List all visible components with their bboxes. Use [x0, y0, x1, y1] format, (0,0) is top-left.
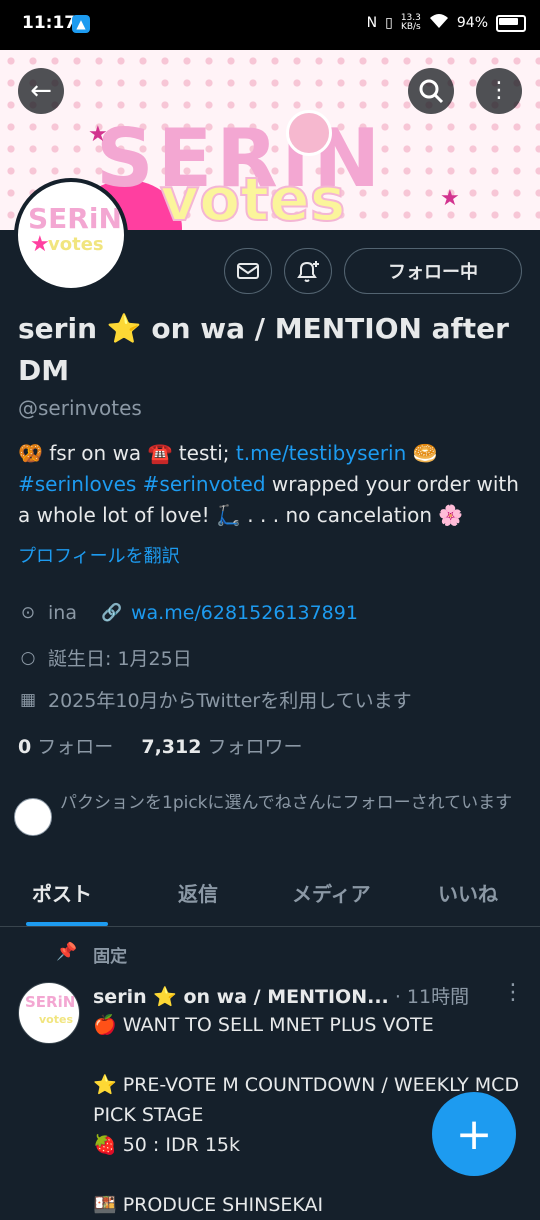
pin-icon: 📌: [56, 942, 78, 962]
followers-link[interactable]: 7,312 フォロワー: [141, 736, 302, 758]
tab-replies[interactable]: 返信: [178, 878, 218, 907]
following-count: 0: [18, 736, 32, 758]
search-button[interactable]: [408, 68, 454, 114]
status-bar: 11:17 ▲ N ▯ 13.3 KB/s 94%: [0, 0, 540, 50]
compose-button[interactable]: +: [432, 1092, 516, 1176]
wifi-icon: [429, 13, 449, 33]
post-line: [93, 1040, 533, 1070]
tab-likes[interactable]: いいね: [438, 878, 498, 907]
banner-mascot-graphic: [286, 110, 332, 156]
joined-row: ▦ 2025年10月からTwitterを利用しています: [18, 686, 412, 713]
bell-plus-icon: [297, 261, 319, 282]
status-time: 11:17: [22, 13, 77, 33]
location-website-row: ⊙ ina 🔗 wa.me/6281526137891: [18, 602, 358, 624]
envelope-icon: [237, 263, 259, 279]
followers-label: フォロワー: [207, 736, 303, 758]
profile-tabs: ポスト 返信 メディア いいね: [0, 856, 540, 927]
mutual-avatar: [14, 798, 52, 836]
profile-bio: 🥨 fsr on wa ☎️ testi; t.me/testibyserin …: [18, 438, 528, 531]
following-label: フォロー: [37, 736, 114, 758]
bio-text: 🥨 fsr on wa ☎️ testi;: [18, 441, 236, 465]
profile-joined: 2025年10月からTwitterを利用しています: [48, 690, 412, 712]
bio-text: 🥯: [406, 441, 438, 465]
warning-icon: ▲: [72, 15, 90, 33]
status-icons: N ▯ 13.3 KB/s 94%: [367, 13, 526, 33]
translate-profile-link[interactable]: プロフィールを翻訳: [18, 542, 180, 568]
follow-counts: 0 フォロー 7,312 フォロワー: [18, 732, 303, 759]
bio-hashtag[interactable]: #serinloves: [18, 472, 136, 496]
notifications-button[interactable]: [284, 248, 332, 294]
bio-hashtag[interactable]: #serinvoted: [143, 472, 266, 496]
profile-birthday: 誕生日: 1月25日: [48, 648, 192, 670]
post-more-icon[interactable]: ⋮: [502, 980, 524, 1005]
followed-by-row[interactable]: パクションを1pickに選んでねさんにフォローされています: [14, 790, 526, 836]
arrow-left-icon: ←: [30, 76, 52, 106]
location-icon: ⊙: [20, 603, 36, 623]
avatar-logo-text: SERiN: [28, 202, 122, 235]
birthday-row: ○ 誕生日: 1月25日: [18, 644, 192, 671]
message-button[interactable]: [224, 248, 272, 294]
pinned-label: 固定: [93, 947, 128, 967]
balloon-icon: ○: [20, 647, 36, 668]
calendar-icon: ▦: [19, 689, 37, 710]
post-avatar-logo-subtext: votes: [39, 1013, 73, 1026]
banner-logo-subtext: votes: [159, 164, 346, 230]
post-line: 🍱 PRODUCE SHINSEKAI: [93, 1194, 324, 1216]
avatar-star-icon: ★: [30, 232, 50, 257]
nfc-icon: N: [366, 15, 378, 31]
battery-icon: [496, 14, 526, 32]
active-tab-indicator: [26, 922, 108, 926]
post-time[interactable]: · 11時間: [395, 986, 469, 1008]
tab-media[interactable]: メディア: [292, 878, 371, 907]
following-link[interactable]: 0 フォロー: [18, 736, 113, 758]
back-button[interactable]: ←: [18, 68, 64, 114]
followed-by-text: パクションを1pickに選んでねさんにフォローされています: [60, 793, 513, 813]
vibrate-icon: ▯: [385, 15, 393, 31]
profile-name: serin ⭐ on wa / MENTION after DM: [18, 312, 509, 387]
more-vertical-icon: ⋮: [488, 78, 510, 103]
banner-star-icon: ★: [88, 122, 108, 147]
banner-star-icon: ★: [440, 186, 460, 211]
post-line: 🍎 WANT TO SELL MNET PLUS VOTE: [93, 1014, 434, 1036]
profile-website-link[interactable]: wa.me/6281526137891: [131, 602, 358, 624]
post-avatar-logo-text: SERiN: [25, 993, 76, 1011]
avatar-logo-subtext: votes: [48, 234, 104, 255]
profile-avatar[interactable]: SERiN ★ votes: [14, 178, 128, 292]
profile-handle: @serinvotes: [18, 396, 142, 420]
link-icon: 🔗: [100, 603, 123, 623]
more-button[interactable]: ⋮: [476, 68, 522, 114]
tab-posts[interactable]: ポスト: [32, 878, 92, 907]
network-speed: 13.3 KB/s: [401, 14, 421, 32]
search-icon: [419, 79, 444, 104]
following-button[interactable]: フォロー中: [344, 248, 522, 294]
plus-icon: +: [455, 1108, 493, 1160]
post-avatar[interactable]: SERiN votes: [18, 982, 80, 1044]
pinned-indicator: 📌 固定: [56, 942, 127, 967]
network-speed-unit: KB/s: [400, 22, 421, 32]
post-header: serin ⭐ on wa / MENTION... · 11時間: [93, 982, 469, 1009]
battery-percent: 94%: [456, 15, 488, 31]
post-author[interactable]: serin ⭐ on wa / MENTION...: [93, 986, 389, 1008]
bio-link[interactable]: t.me/testibyserin: [236, 441, 406, 465]
profile-location: ina: [48, 602, 77, 624]
followers-count: 7,312: [141, 736, 202, 758]
